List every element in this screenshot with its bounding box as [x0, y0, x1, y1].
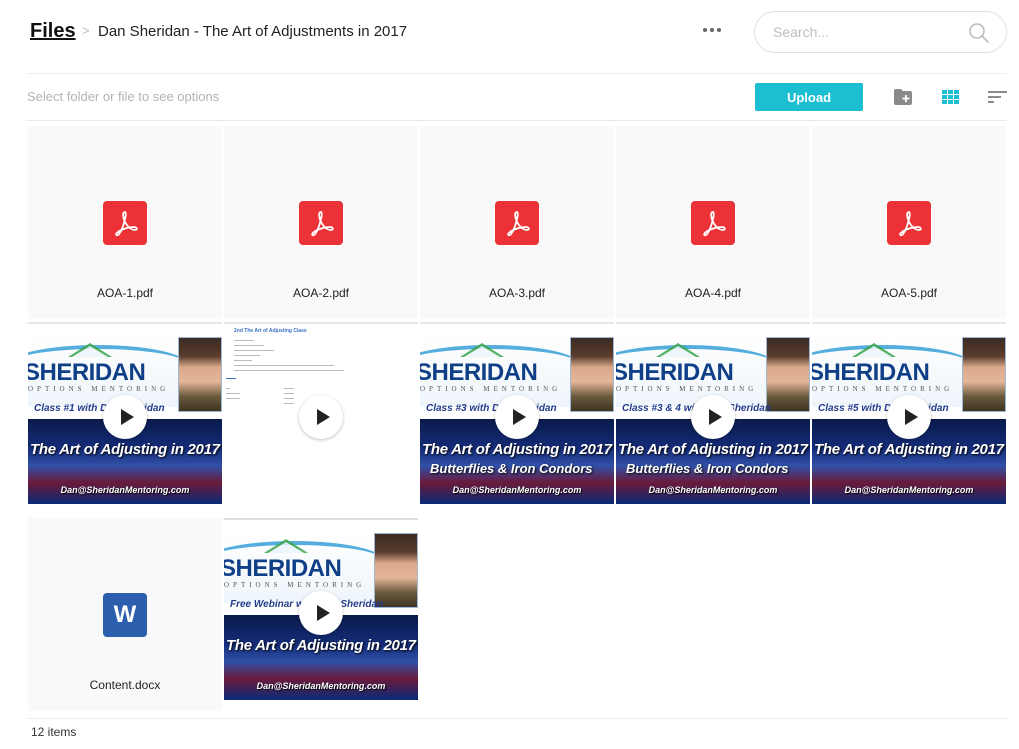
thumb-email: Dan@SheridanMentoring.com: [452, 485, 582, 495]
file-tile-video[interactable]: SHERIDAN OPTIONS MENTORING Class #5 with…: [812, 322, 1006, 515]
thumb-title: The Art of Adjusting in 2017: [422, 441, 612, 458]
header: Files > Dan Sheridan - The Art of Adjust…: [0, 0, 1019, 64]
more-options-button[interactable]: [700, 20, 724, 40]
thumb-brand: SHERIDAN: [28, 359, 146, 386]
breadcrumb-current-folder: Dan Sheridan - The Art of Adjustments in…: [98, 23, 408, 40]
file-tile-video[interactable]: SHERIDAN OPTIONS MENTORING Free Webinar …: [224, 518, 418, 711]
file-tile-pdf[interactable]: AOA-2.pdf: [224, 126, 418, 319]
thumb-email: Dan@SheridanMentoring.com: [60, 485, 190, 495]
thumb-subtitle: OPTIONS MENTORING: [812, 385, 954, 393]
thumb-email: Dan@SheridanMentoring.com: [844, 485, 974, 495]
presenter-photo: [178, 337, 222, 412]
presenter-photo: [570, 337, 614, 412]
thumb-subtitle: OPTIONS MENTORING: [616, 385, 758, 393]
pdf-icon: [299, 201, 343, 245]
breadcrumb-root-files[interactable]: Files: [30, 20, 76, 43]
play-icon[interactable]: [887, 395, 931, 439]
item-count: 12 items: [31, 725, 77, 739]
file-name: AOA-4.pdf: [684, 286, 742, 300]
play-icon[interactable]: [691, 395, 735, 439]
pdf-icon: [887, 201, 931, 245]
search-input[interactable]: [773, 22, 953, 42]
logo-roof-icon: [852, 343, 896, 357]
file-tile-video[interactable]: SHERIDAN OPTIONS MENTORING Class #3 with…: [420, 322, 614, 515]
file-name: AOA-1.pdf: [96, 286, 154, 300]
dot-icon: [703, 28, 707, 32]
thumb-title: The Art of Adjusting in 2017: [814, 441, 1004, 458]
grid-view-icon[interactable]: [941, 88, 961, 106]
thumb-email: Dan@SheridanMentoring.com: [256, 681, 386, 691]
word-icon: W: [103, 593, 147, 637]
toolbar: Select folder or file to see options Upl…: [0, 74, 1019, 120]
logo-roof-icon: [656, 343, 700, 357]
presenter-photo: [374, 533, 418, 608]
thumb-subtitle: OPTIONS MENTORING: [224, 581, 366, 589]
play-icon[interactable]: [495, 395, 539, 439]
file-tile-video[interactable]: SHERIDAN OPTIONS MENTORING Class #1 with…: [28, 322, 222, 515]
footer-divider: [27, 718, 1007, 719]
selection-hint: Select folder or file to see options: [27, 89, 220, 104]
file-tile-video[interactable]: 2nd The Art of Adjusting Class: [224, 322, 418, 515]
play-icon[interactable]: [299, 395, 343, 439]
thumb-title: The Art of Adjusting in 2017: [30, 441, 220, 458]
file-tile-pdf[interactable]: AOA-3.pdf: [420, 126, 614, 319]
file-tile-docx[interactable]: W Content.docx: [28, 518, 222, 711]
pdf-icon: [691, 201, 735, 245]
breadcrumb-chevron-icon: >: [82, 23, 90, 38]
presenter-photo: [766, 337, 810, 412]
thumb-subtitle: OPTIONS MENTORING: [28, 385, 170, 393]
file-name: AOA-5.pdf: [880, 286, 938, 300]
file-tile-video[interactable]: SHERIDAN OPTIONS MENTORING Class #3 & 4 …: [616, 322, 810, 515]
logo-roof-icon: [264, 539, 308, 553]
thumb-brand: SHERIDAN: [420, 359, 538, 386]
new-folder-icon[interactable]: [893, 88, 913, 106]
thumb-doc-title: 2nd The Art of Adjusting Class: [234, 328, 307, 334]
thumb-brand: SHERIDAN: [616, 359, 734, 386]
play-icon[interactable]: [299, 591, 343, 635]
thumb-subtitle: OPTIONS MENTORING: [420, 385, 562, 393]
file-name: AOA-2.pdf: [292, 286, 350, 300]
dot-icon: [717, 28, 721, 32]
toolbar-divider: [27, 120, 1007, 121]
file-name: Content.docx: [89, 678, 161, 692]
presenter-photo: [962, 337, 1006, 412]
thumb-title-2: Butterflies & Iron Condors: [626, 461, 789, 476]
thumb-title: The Art of Adjusting in 2017: [226, 637, 416, 654]
logo-roof-icon: [68, 343, 112, 357]
sort-icon[interactable]: [988, 88, 1008, 106]
file-tile-pdf[interactable]: AOA-5.pdf: [812, 126, 1006, 319]
file-tile-pdf[interactable]: AOA-1.pdf: [28, 126, 222, 319]
upload-button[interactable]: Upload: [755, 83, 863, 111]
file-name: AOA-3.pdf: [488, 286, 546, 300]
search-icon[interactable]: [968, 22, 990, 44]
thumb-email: Dan@SheridanMentoring.com: [648, 485, 778, 495]
dot-icon: [710, 28, 714, 32]
logo-roof-icon: [460, 343, 504, 357]
thumb-brand: SHERIDAN: [812, 359, 930, 386]
play-icon[interactable]: [103, 395, 147, 439]
pdf-icon: [103, 201, 147, 245]
thumb-title: The Art of Adjusting in 2017: [618, 441, 808, 458]
thumb-title-2: Butterflies & Iron Condors: [430, 461, 593, 476]
search-box: [754, 11, 1007, 53]
file-tile-pdf[interactable]: AOA-4.pdf: [616, 126, 810, 319]
pdf-icon: [495, 201, 539, 245]
thumb-brand: SHERIDAN: [224, 555, 342, 582]
